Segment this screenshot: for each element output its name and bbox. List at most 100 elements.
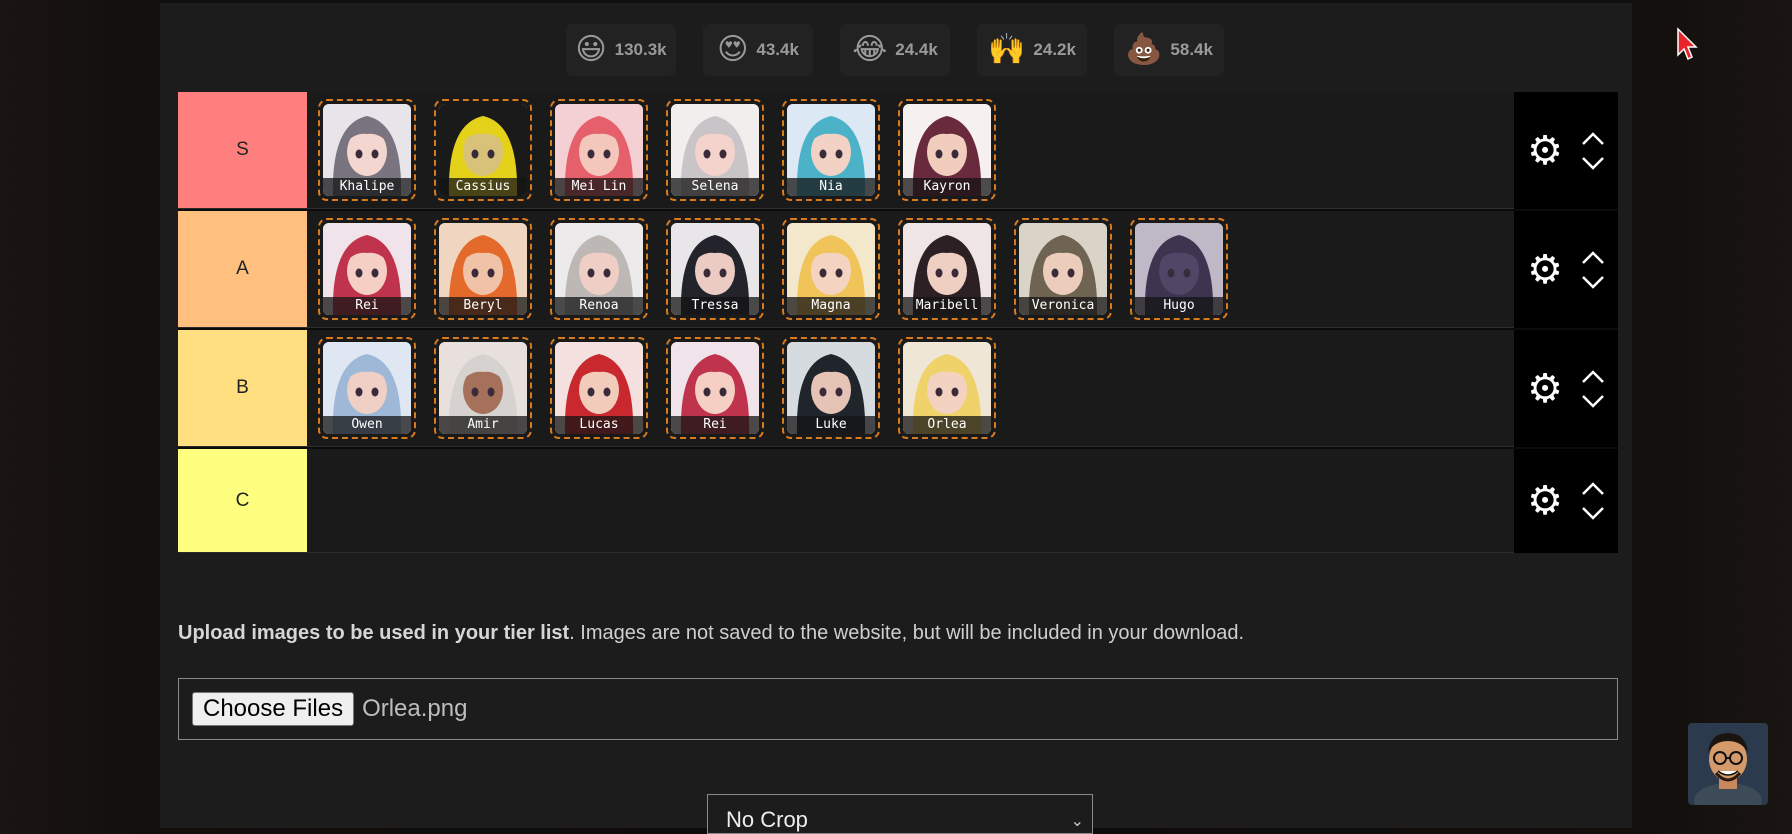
character-name: Lucas [555, 416, 643, 434]
tierlist-panel: 😃 130.3k 😍 43.4k 😂 24.4k 🙌 24.2k 💩 58.4k… [160, 0, 1698, 834]
tier-label[interactable]: C [178, 449, 307, 553]
gear-icon[interactable]: ⚙ [1527, 481, 1563, 521]
crop-select[interactable]: No Crop ⌄ [707, 794, 1093, 834]
character-card[interactable]: Luke [782, 337, 880, 439]
character-portrait: Maribell [903, 223, 991, 315]
tier-items-dropzone[interactable]: Rei Beryl Renoa Tressa Magna Maribell Veronica… [307, 211, 1514, 328]
reorder-arrows [1581, 369, 1605, 408]
reaction-smiley[interactable]: 😃 130.3k [566, 24, 676, 76]
tier-label[interactable]: S [178, 92, 307, 209]
character-name: Veronica [1019, 297, 1107, 315]
character-card[interactable]: Rei [318, 218, 416, 320]
character-card[interactable]: Maribell [898, 218, 996, 320]
character-portrait: Hugo [1135, 223, 1223, 315]
character-portrait: Kayron [903, 104, 991, 196]
chevron-down-icon[interactable] [1581, 394, 1605, 408]
gear-icon[interactable]: ⚙ [1527, 369, 1563, 409]
upload-instructions-bold: Upload images to be used in your tier li… [178, 622, 570, 644]
tier-items-dropzone[interactable]: Khalipe Cassius Mei Lin Selena Nia Kayron [307, 92, 1514, 209]
character-card[interactable]: Amir [434, 337, 532, 439]
tier-row: C ⚙ [178, 449, 1618, 553]
mouse-cursor-icon [1677, 27, 1698, 61]
chevron-up-icon[interactable] [1581, 369, 1605, 384]
character-name: Luke [787, 416, 875, 434]
chevron-down-icon[interactable] [1581, 275, 1605, 289]
character-portrait: Nia [787, 104, 875, 196]
gear-icon[interactable]: ⚙ [1527, 131, 1563, 171]
character-card[interactable]: Magna [782, 218, 880, 320]
character-card[interactable]: Selena [666, 99, 764, 201]
character-card[interactable]: Cassius [434, 99, 532, 201]
character-card[interactable]: Mei Lin [550, 99, 648, 201]
gear-icon[interactable]: ⚙ [1527, 250, 1563, 290]
character-card[interactable]: Beryl [434, 218, 532, 320]
character-portrait: Tressa [671, 223, 759, 315]
character-name: Khalipe [323, 178, 411, 196]
chevron-up-icon[interactable] [1581, 482, 1605, 496]
character-portrait: Renoa [555, 223, 643, 315]
character-portrait: Owen [323, 342, 411, 434]
reaction-count: 58.4k [1170, 40, 1213, 59]
character-card[interactable]: Veronica [1014, 218, 1112, 320]
tier-controls: ⚙ [1514, 330, 1618, 447]
chevron-up-icon[interactable] [1581, 131, 1605, 146]
character-name: Maribell [903, 297, 991, 315]
character-portrait: Rei [323, 223, 411, 315]
reaction-count: 24.2k [1033, 40, 1076, 59]
character-name: Rei [323, 297, 411, 315]
reorder-arrows [1581, 131, 1605, 170]
character-name: Magna [787, 297, 875, 315]
character-card[interactable]: Hugo [1130, 218, 1228, 320]
reorder-arrows [1581, 250, 1605, 289]
reaction-bar: 😃 130.3k 😍 43.4k 😂 24.4k 🙌 24.2k 💩 58.4k [566, 24, 1224, 76]
reaction-laughing[interactable]: 😂 24.4k [840, 24, 950, 76]
reaction-raised-hands[interactable]: 🙌 24.2k [977, 24, 1087, 76]
file-upload-field[interactable]: Choose Files Orlea.png [178, 678, 1618, 740]
crop-selected-value: No Crop [726, 807, 808, 832]
character-portrait: Veronica [1019, 223, 1107, 315]
character-card[interactable]: Khalipe [318, 99, 416, 201]
character-name: Hugo [1135, 297, 1223, 315]
upload-instructions-rest: . Images are not saved to the website, b… [569, 622, 1245, 644]
streamer-avatar [1688, 723, 1768, 805]
chevron-down-icon[interactable] [1581, 156, 1605, 170]
character-card[interactable]: Lucas [550, 337, 648, 439]
reorder-arrows [1581, 482, 1605, 520]
character-portrait: Amir [439, 342, 527, 434]
character-name: Mei Lin [555, 178, 643, 196]
upload-instructions: Upload images to be used in your tier li… [178, 622, 1244, 645]
character-card[interactable]: Owen [318, 337, 416, 439]
heart-eyes-icon: 😍 [717, 32, 749, 67]
tier-items-dropzone[interactable] [307, 449, 1514, 553]
character-name: Owen [323, 416, 411, 434]
character-portrait: Orlea [903, 342, 991, 434]
tier-controls: ⚙ [1514, 211, 1618, 328]
character-card[interactable]: Nia [782, 99, 880, 201]
tier-controls: ⚙ [1514, 92, 1618, 209]
chevron-down-icon[interactable] [1581, 506, 1605, 520]
character-name: Renoa [555, 297, 643, 315]
character-name: Amir [439, 416, 527, 434]
character-name: Orlea [903, 416, 991, 434]
character-name: Kayron [903, 178, 991, 196]
poop-icon: 💩 [1125, 32, 1163, 67]
character-card[interactable]: Tressa [666, 218, 764, 320]
selected-file-name: Orlea.png [362, 695, 468, 722]
chevron-up-icon[interactable] [1581, 250, 1605, 265]
character-card[interactable]: Rei [666, 337, 764, 439]
character-card[interactable]: Orlea [898, 337, 996, 439]
chevron-down-icon: ⌄ [1070, 813, 1084, 830]
character-portrait: Khalipe [323, 104, 411, 196]
choose-files-button[interactable]: Choose Files [192, 692, 355, 726]
tier-label[interactable]: B [178, 330, 307, 447]
character-card[interactable]: Kayron [898, 99, 996, 201]
tier-items-dropzone[interactable]: Owen Amir Lucas Rei Luke Orlea [307, 330, 1514, 447]
reaction-poop[interactable]: 💩 58.4k [1114, 24, 1224, 76]
character-portrait: Luke [787, 342, 875, 434]
reaction-count: 130.3k [614, 40, 667, 59]
character-portrait: Selena [671, 104, 759, 196]
reaction-heart-eyes[interactable]: 😍 43.4k [703, 24, 813, 76]
tier-label[interactable]: A [178, 211, 307, 328]
tier-row: S Khalipe Cassius Mei Lin Selena Nia Kayron ⚙ [178, 92, 1618, 211]
character-card[interactable]: Renoa [550, 218, 648, 320]
